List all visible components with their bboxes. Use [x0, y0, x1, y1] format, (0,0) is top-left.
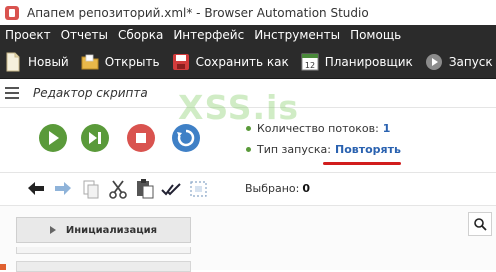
- search-button[interactable]: [468, 212, 492, 236]
- scheduler-label: Планировщик: [324, 54, 413, 69]
- selected-count: Выбрано: 0: [245, 182, 310, 195]
- cut-icon[interactable]: [107, 178, 129, 200]
- init-label: Инициализация: [65, 224, 158, 236]
- run-type-info: Тип запуска: Повторять: [246, 143, 401, 156]
- init-section-button[interactable]: Инициализация: [16, 217, 191, 243]
- menu-reports[interactable]: Отчеты: [56, 28, 113, 42]
- status-dot: [246, 147, 251, 152]
- paste-icon[interactable]: [134, 178, 156, 200]
- search-icon: [474, 218, 487, 231]
- menu-project[interactable]: Проект: [0, 28, 56, 42]
- menu-help[interactable]: Помощь: [345, 28, 406, 42]
- hamburger-menu-icon[interactable]: [5, 84, 19, 102]
- open-label: Открыть: [104, 54, 160, 69]
- edit-toolbar: Выбрано: 0: [0, 172, 496, 205]
- main-toolbar: Новый Открыть Сохранить как 12 Планировщ…: [0, 45, 496, 79]
- status-dot: [246, 126, 251, 131]
- save-as-button[interactable]: Сохранить как: [172, 52, 289, 72]
- menu-build[interactable]: Сборка: [113, 28, 168, 42]
- app-icon: [5, 5, 19, 20]
- scheduler-button[interactable]: 12 Планировщик: [301, 52, 413, 72]
- threads-label: Количество потоков:: [257, 122, 379, 135]
- title-bar: Апапем репозиторий.xml* - Browser Automa…: [0, 0, 496, 25]
- calendar-icon: 12: [301, 53, 319, 70]
- menu-tools[interactable]: Инструменты: [249, 28, 345, 42]
- open-button[interactable]: Открыть: [81, 52, 160, 72]
- save-icon: [172, 53, 189, 70]
- selected-label: Выбрано:: [245, 182, 300, 195]
- selected-value: 0: [302, 182, 311, 195]
- step-next-icon[interactable]: [80, 123, 110, 153]
- threads-info: Количество потоков: 1: [246, 122, 390, 135]
- menu-bar: Проект Отчеты Сборка Интерфейс Инструмен…: [0, 25, 496, 45]
- copy-icon[interactable]: [80, 178, 102, 200]
- new-file-icon: [6, 52, 20, 71]
- calendar-day-text: 12: [305, 61, 315, 70]
- menu-interface[interactable]: Интерфейс: [168, 28, 249, 42]
- open-folder-icon: [81, 54, 99, 69]
- run-button[interactable]: Запуск: [425, 52, 493, 72]
- side-marker: [0, 264, 6, 270]
- play-icon[interactable]: [38, 123, 68, 153]
- window-title: Апапем репозиторий.xml* - Browser Automa…: [27, 5, 369, 20]
- stop-icon[interactable]: [126, 123, 156, 153]
- run-type-value[interactable]: Повторять: [335, 143, 401, 156]
- check-all-icon[interactable]: [160, 178, 182, 200]
- init-section-bottom: [16, 247, 191, 254]
- redo-icon[interactable]: [52, 178, 74, 200]
- threads-value[interactable]: 1: [383, 122, 391, 135]
- restart-icon[interactable]: [171, 123, 201, 153]
- run-type-label: Тип запуска:: [257, 143, 331, 156]
- triangle-right-icon: [49, 226, 56, 234]
- run-label: Запуск: [448, 54, 493, 69]
- save-as-label: Сохранить как: [195, 54, 289, 69]
- script-area: Инициализация: [0, 205, 496, 272]
- next-block[interactable]: [16, 261, 191, 272]
- run-icon: [425, 53, 442, 70]
- select-area-icon[interactable]: [188, 178, 210, 200]
- new-label: Новый: [28, 54, 69, 69]
- editor-title: Редактор скрипта: [33, 86, 148, 100]
- new-button[interactable]: Новый: [4, 52, 69, 72]
- run-type-underline: [323, 162, 401, 165]
- undo-icon[interactable]: [25, 178, 47, 200]
